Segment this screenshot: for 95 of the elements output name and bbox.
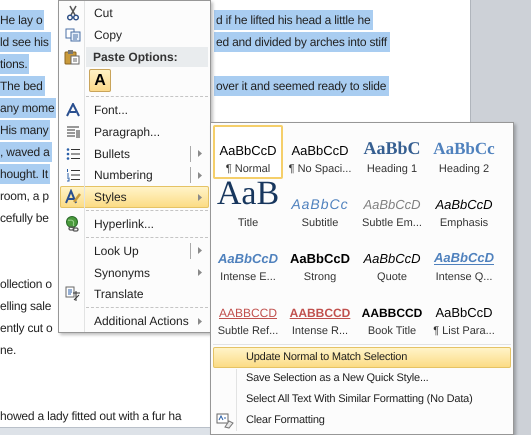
style-tile[interactable]: AaBbCcD Strong xyxy=(285,233,355,287)
style-preview: AaBbCcD xyxy=(291,144,349,156)
style-name: ¶ No Spaci... xyxy=(288,162,352,176)
menu-item[interactable]: Copy xyxy=(60,24,209,46)
menu-item[interactable]: Clear Formatting xyxy=(213,410,511,431)
document-text: howed a lady fitted out with a fur ha xyxy=(0,408,182,425)
eraser-icon xyxy=(216,412,234,428)
document-text: He lay o xyxy=(0,10,44,30)
document-text: cefully be xyxy=(0,210,50,227)
style-tile[interactable]: AaBbCc Subtitle xyxy=(285,179,355,233)
menu-item[interactable]: Hyperlink... xyxy=(60,213,209,235)
style-name: Subtitle xyxy=(302,216,338,230)
style-name: Intense Q... xyxy=(436,270,492,284)
style-preview: AaBbCcD xyxy=(434,250,494,264)
style-preview: AaBbCcD xyxy=(290,252,350,264)
document-text: ently cut o xyxy=(0,320,54,337)
style-name: Book Title xyxy=(368,324,416,338)
style-preview: AaBbCc xyxy=(291,196,349,210)
menu-header: Paste Options: xyxy=(86,46,208,67)
clipboard-icon xyxy=(64,48,80,65)
menu-item[interactable]: Styles xyxy=(60,186,209,208)
style-name: Subtle Em... xyxy=(362,216,422,230)
style-name: Strong xyxy=(304,270,336,284)
style-name: Intense E... xyxy=(220,270,276,284)
document-text: room, a p xyxy=(0,188,50,205)
style-tile[interactable]: AaBbCcD ¶ List Para... xyxy=(429,287,499,341)
menu-item[interactable]: Numbering xyxy=(60,164,209,186)
style-name: Quote xyxy=(377,270,407,284)
scissors-icon xyxy=(66,4,80,21)
style-preview: AABBCCD xyxy=(362,306,422,318)
copy-icon xyxy=(65,28,81,42)
style-tile[interactable]: AaBbCcD Quote xyxy=(357,233,427,287)
style-tile[interactable]: AABBCCD Subtle Ref... xyxy=(213,287,283,341)
style-tile[interactable]: AABBCCD Intense R... xyxy=(285,287,355,341)
font-icon xyxy=(66,103,80,117)
document-text: over it and seemed ready to slide xyxy=(214,76,390,96)
document-text: The bed xyxy=(0,76,45,96)
document-text: ed and divided by arches into stiff xyxy=(214,32,390,52)
style-tile[interactable]: AaBbC Heading 1 xyxy=(357,125,427,179)
style-name: Emphasis xyxy=(440,216,488,230)
style-tile[interactable]: AaBbCc Heading 2 xyxy=(429,125,499,179)
menu-item[interactable]: Bullets xyxy=(60,142,209,165)
style-preview: AABBCCD xyxy=(290,306,350,318)
style-name: Heading 2 xyxy=(438,162,490,176)
numbered-list-icon xyxy=(66,168,80,182)
bulleted-list-icon xyxy=(66,146,80,161)
document-text: tions. xyxy=(0,54,30,74)
document-text: ollection o xyxy=(0,276,53,293)
styles-icon xyxy=(65,189,81,206)
style-preview: AaB xyxy=(216,177,280,211)
menu-item[interactable]: Look Up xyxy=(60,240,209,262)
style-tile[interactable]: AaBbCcD Emphasis xyxy=(429,179,499,233)
style-tile[interactable]: AABBCCD Book Title xyxy=(357,287,427,341)
document-text: ld see his xyxy=(0,32,51,52)
style-name: Intense R... xyxy=(292,324,348,338)
menu-item[interactable]: Additional Actions xyxy=(60,310,209,332)
document-text: hought. It xyxy=(0,164,50,184)
style-tile[interactable]: AaB Title xyxy=(213,179,283,233)
paragraph-icon xyxy=(66,124,80,139)
menu-item[interactable]: Paragraph... xyxy=(60,120,209,143)
menu-item[interactable]: Synonyms xyxy=(60,262,209,284)
menu-item[interactable]: Save Selection as a New Quick Style... xyxy=(213,368,511,389)
document-text: His many xyxy=(0,120,50,140)
document-text: ne. xyxy=(0,342,18,359)
translate-icon xyxy=(65,286,81,302)
style-tile[interactable]: AaBbCcD ¶ No Spaci... xyxy=(285,125,355,179)
style-preview: AaBbCcD xyxy=(435,198,493,210)
style-tile[interactable]: AaBbCcD Subtle Em... xyxy=(357,179,427,233)
document-text: any mome xyxy=(0,98,56,118)
style-preview: AaBbCcD xyxy=(219,144,277,156)
style-preview: AABBCCD xyxy=(218,306,277,318)
style-name: ¶ List Para... xyxy=(433,324,495,338)
globe-link-icon xyxy=(65,216,81,232)
menu-item[interactable]: Select All Text With Similar Formatting (No Data) xyxy=(213,389,511,410)
document-text: , waved a xyxy=(0,142,52,162)
style-preview: AaBbC xyxy=(363,138,420,156)
menu-item[interactable]: Update Normal to Match Selection xyxy=(213,347,511,368)
style-tile[interactable]: AaBbCcD Intense E... xyxy=(213,233,283,287)
style-tile[interactable]: AaBbCcD Intense Q... xyxy=(429,233,499,287)
menu-item[interactable]: Cut xyxy=(60,2,209,24)
style-preview: AaBbCcD xyxy=(218,252,278,264)
style-preview: AaBbCc xyxy=(433,140,495,156)
document-text: elling sale xyxy=(0,298,52,315)
menu-item[interactable]: Translate xyxy=(60,284,209,306)
style-name: ¶ Normal xyxy=(226,162,270,176)
style-tile[interactable]: AaBbCcD ¶ Normal xyxy=(213,125,283,179)
style-preview: AaBbCcD xyxy=(363,198,421,210)
style-name: Heading 1 xyxy=(366,162,418,176)
paste-option-button[interactable]: A xyxy=(89,69,111,92)
style-preview: AaBbCcD xyxy=(363,252,421,264)
style-name: Subtle Ref... xyxy=(218,324,278,338)
document-text: d if he lifted his head a little he xyxy=(214,10,374,30)
style-preview: AaBbCcD xyxy=(435,306,493,318)
menu-item[interactable]: Font... xyxy=(60,99,209,121)
style-name: Title xyxy=(238,216,258,231)
